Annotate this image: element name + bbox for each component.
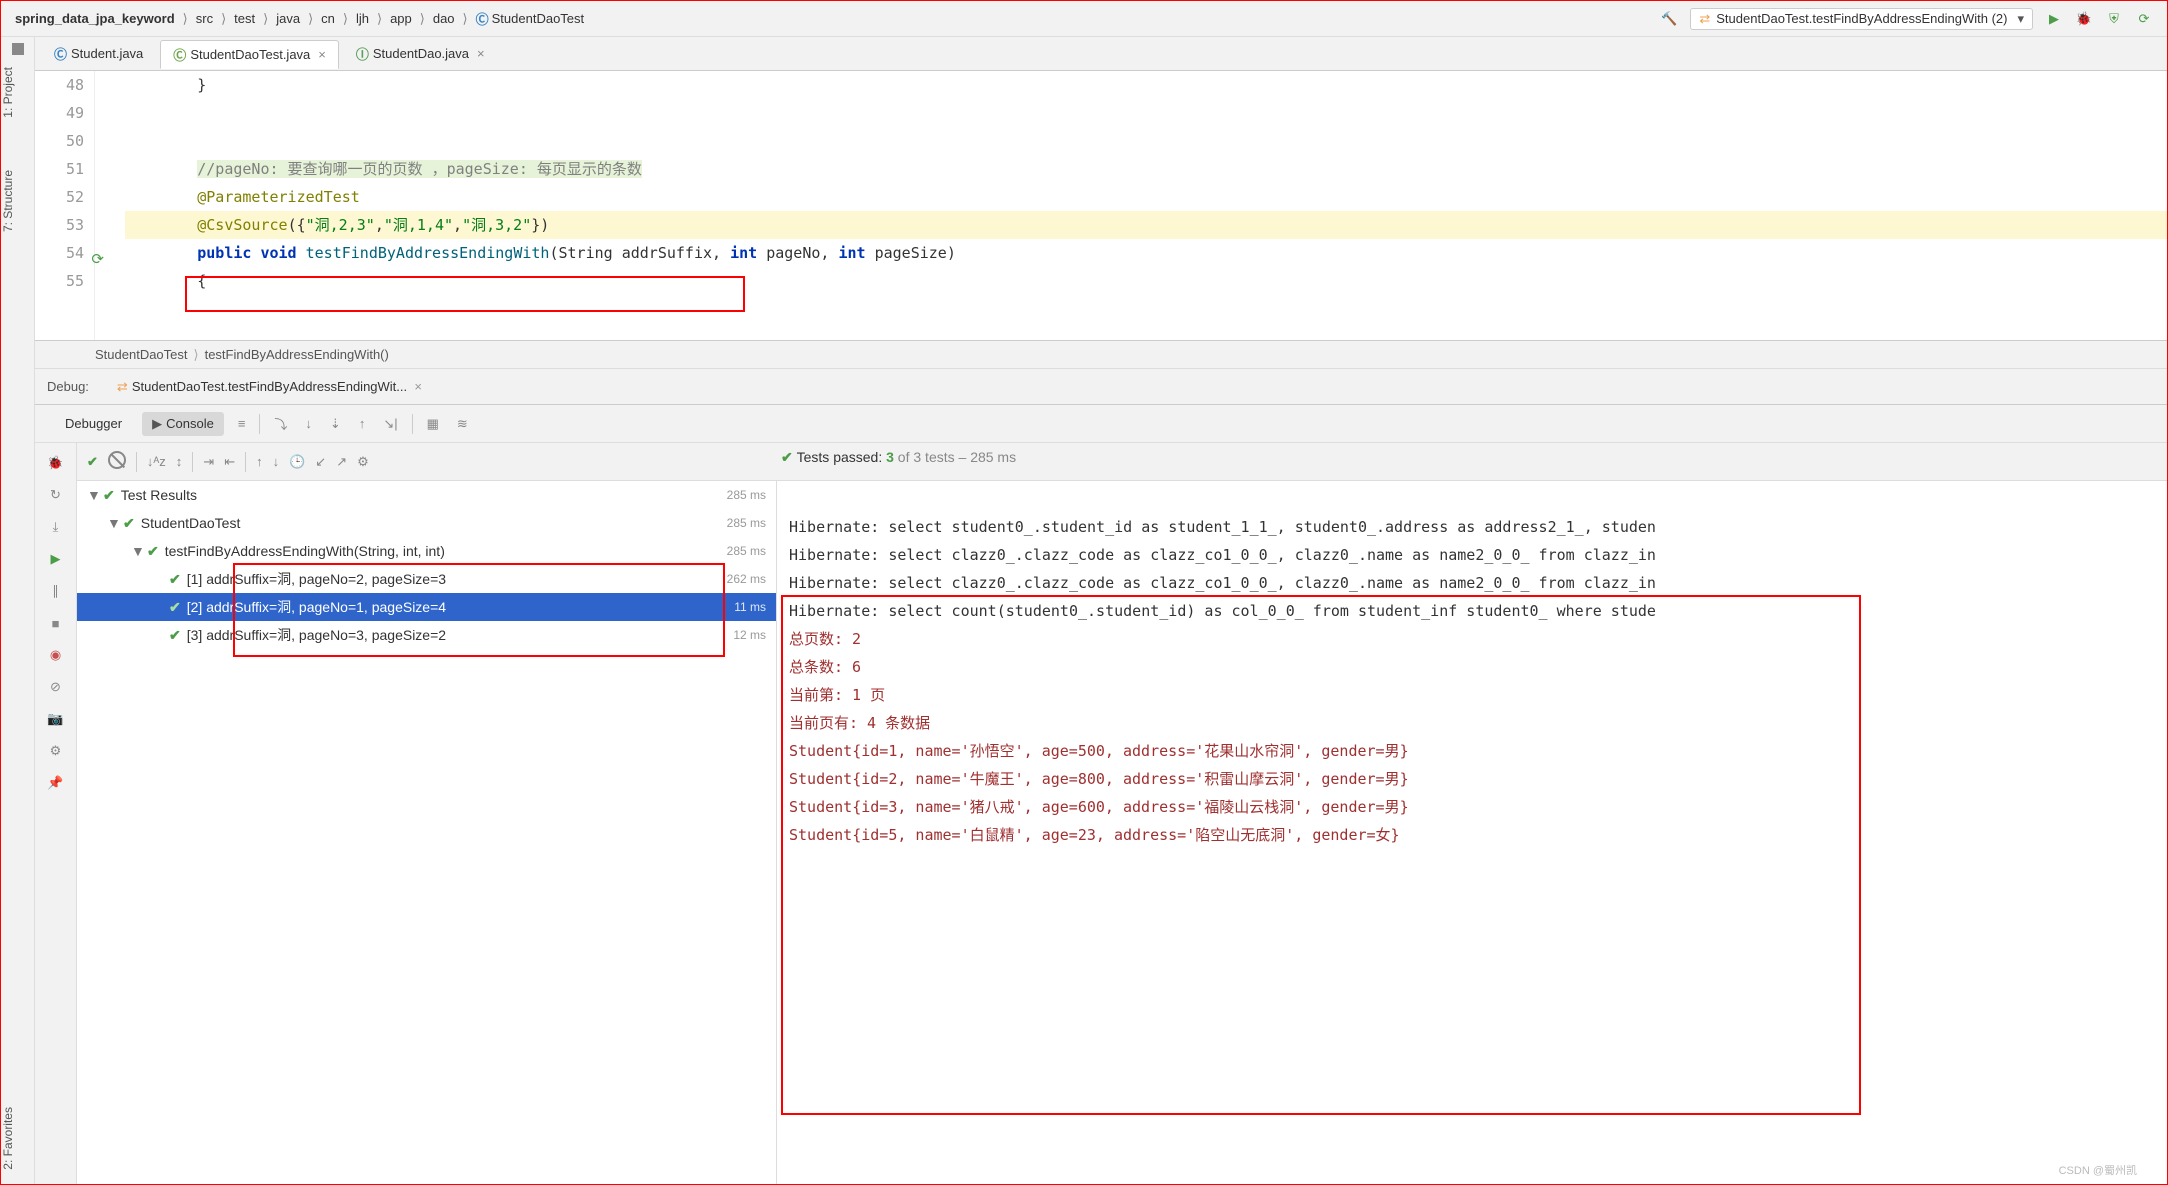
debug-side-icons: 🐞 ↻ ⤓ ▶ ∥ ■ ◉ ⊘ 📷 ⚙ 📌 (35, 443, 77, 1184)
gear-icon[interactable]: ⚙ (357, 454, 369, 470)
layout-icon[interactable]: ≡ (234, 414, 250, 433)
export-icon[interactable]: 🕒 (289, 454, 305, 470)
watermark: CSDN @蜀州凯 (2059, 1162, 2137, 1178)
annotation-parameterizedtest: @ParameterizedTest (197, 188, 360, 206)
step-out-icon[interactable]: ↑ (355, 414, 370, 433)
rerun-icon[interactable]: 🐞 (46, 453, 66, 473)
method-name: testFindByAddressEndingWith (306, 244, 550, 262)
resume-icon[interactable]: ▶ (46, 549, 66, 569)
gutter: 484950 51 52 53 54⟳ 55 (35, 71, 95, 340)
test-status-bar: ✔ Tests passed: 3 of 3 tests – 285 ms (781, 449, 1016, 466)
class-navigator[interactable]: StudentDaoTesttestFindByAddressEndingWit… (35, 341, 2167, 369)
breadcrumb-src[interactable]: src (190, 9, 219, 28)
project-tool-button[interactable]: 1: Project (1, 61, 15, 124)
export2-icon[interactable]: ↗ (336, 454, 347, 470)
structure-tool-button[interactable]: 7: Structure (1, 164, 15, 238)
pause-icon[interactable]: ∥ (46, 581, 66, 601)
annotation-csvsource: @CsvSource (197, 216, 287, 234)
settings-icon[interactable]: ⚙ (46, 741, 66, 761)
breadcrumb-test[interactable]: test (228, 9, 261, 28)
check-icon: ✔ (781, 449, 797, 465)
debug-label: Debug: (47, 379, 89, 394)
console-tab[interactable]: ▶Console (142, 412, 224, 436)
sort-duration-icon[interactable]: ↕ (176, 454, 183, 469)
step-into-icon[interactable]: ↓ (301, 414, 316, 433)
toggle-icon[interactable]: ⤓ (46, 517, 66, 537)
run-config-label: StudentDaoTest.testFindByAddressEndingWi… (1716, 11, 2007, 26)
debug-tools-row: Debugger ▶Console ≡ ⤵ ↓ ⇣ ↑ ↘| ▦ ≋ (35, 405, 2167, 443)
tree-method[interactable]: ▼✔testFindByAddressEndingWith(String, in… (77, 537, 776, 565)
breadcrumb-root[interactable]: spring_data_jpa_keyword (9, 9, 181, 28)
run-icon[interactable]: ▶ (2045, 10, 2063, 28)
tree-red-highlight (233, 563, 725, 657)
run-configuration-dropdown[interactable]: ⇄ StudentDaoTest.testFindByAddressEnding… (1690, 8, 2033, 30)
evaluate-icon[interactable]: ▦ (423, 414, 443, 434)
chevron-down-icon: ▾ (2017, 11, 2024, 27)
breadcrumb-dao[interactable]: dao (427, 9, 461, 28)
test-filter-strip: ✔ ↓ᴬᴢ ↕ ⇥ ⇤ ↑ ↓ 🕒 ↙ ↗ ⚙ (77, 443, 2167, 481)
view-breakpoints-icon[interactable]: ◉ (46, 645, 66, 665)
annotation-red-highlight (185, 276, 745, 312)
force-step-icon[interactable]: ⇣ (326, 414, 345, 434)
editor-tabs: ⒸStudent.java ⒸStudentDaoTest.java× ⒾStu… (1, 37, 2167, 71)
settings-icon[interactable]: ≋ (453, 414, 472, 434)
console-icon: ▶ (152, 416, 162, 431)
console-line: Hibernate: select clazz0_.clazz_code as … (789, 546, 1656, 564)
hammer-icon[interactable]: 🔨 (1660, 10, 1678, 28)
breadcrumb-cn[interactable]: cn (315, 9, 341, 28)
show-passed-icon[interactable]: ✔ (87, 454, 98, 470)
tab-studentdaotest[interactable]: ⒸStudentDaoTest.java× (160, 40, 339, 69)
step-over-icon[interactable]: ⤵ (270, 412, 291, 435)
debug-icon[interactable]: 🐞 (2075, 10, 2093, 28)
coverage-icon[interactable]: ⛨ (2105, 10, 2123, 28)
navigation-bar: spring_data_jpa_keyword src test java cn… (1, 1, 2167, 37)
tab-student[interactable]: ⒸStudent.java (41, 39, 156, 68)
next-icon[interactable]: ↓ (273, 454, 280, 469)
close-icon[interactable]: × (318, 47, 326, 62)
sort-alpha-icon[interactable]: ↓ᴬᴢ (147, 454, 166, 469)
debug-session-tab[interactable]: ⇄StudentDaoTest.testFindByAddressEndingW… (109, 375, 430, 399)
mute-breakpoints-icon[interactable]: ⊘ (46, 677, 66, 697)
dump-icon[interactable]: 📷 (46, 709, 66, 729)
test-class-icon: Ⓒ (173, 45, 186, 64)
console-line: Hibernate: select student0_.student_id a… (789, 518, 1656, 536)
breadcrumb-ljh[interactable]: ljh (350, 9, 375, 28)
show-ignored-icon[interactable] (108, 451, 126, 472)
debugger-tab[interactable]: Debugger (55, 412, 132, 435)
tab-studentdao[interactable]: ⒾStudentDao.java× (343, 39, 498, 68)
debug-toolwindow-header: Debug: ⇄StudentDaoTest.testFindByAddress… (35, 369, 2167, 405)
rerun-failed-icon[interactable]: ↻ (46, 485, 66, 505)
favorites-tool-button[interactable]: 2: Favorites (1, 1101, 15, 1176)
class-icon: Ⓒ (54, 44, 67, 63)
tree-root[interactable]: ▼✔Test Results285 ms (77, 481, 776, 509)
stop-icon[interactable]: ■ (46, 613, 66, 633)
profile-icon[interactable]: ⟳ (2135, 10, 2153, 28)
breadcrumb-java[interactable]: java (270, 9, 306, 28)
code-comment: //pageNo: 要查询哪一页的页数 ，pageSize: 每页显示的条数 (197, 160, 642, 178)
tree-class[interactable]: ▼✔StudentDaoTest285 ms (77, 509, 776, 537)
collapse-all-icon[interactable]: ⇤ (224, 454, 235, 470)
breadcrumb-app[interactable]: app (384, 9, 418, 28)
left-tool-stripe: 1: Project 7: Structure 2: Favorites (1, 37, 35, 1184)
console-red-highlight (781, 595, 1861, 1115)
close-icon[interactable]: × (477, 46, 485, 61)
interface-icon: Ⓘ (356, 44, 369, 63)
close-icon[interactable]: × (414, 379, 422, 394)
run-to-cursor-icon[interactable]: ↘| (379, 414, 401, 434)
pin-icon[interactable]: 📌 (46, 773, 66, 793)
console-line: Hibernate: select clazz0_.clazz_code as … (789, 574, 1656, 592)
project-tool-icon[interactable] (12, 43, 24, 55)
expand-all-icon[interactable]: ⇥ (203, 454, 214, 470)
prev-icon[interactable]: ↑ (256, 454, 263, 469)
breadcrumb-sep (181, 11, 190, 27)
import-icon[interactable]: ↙ (315, 454, 326, 470)
test-run-icon: ⇄ (117, 379, 128, 395)
breadcrumb-class[interactable]: ⒸStudentDaoTest (470, 7, 591, 30)
